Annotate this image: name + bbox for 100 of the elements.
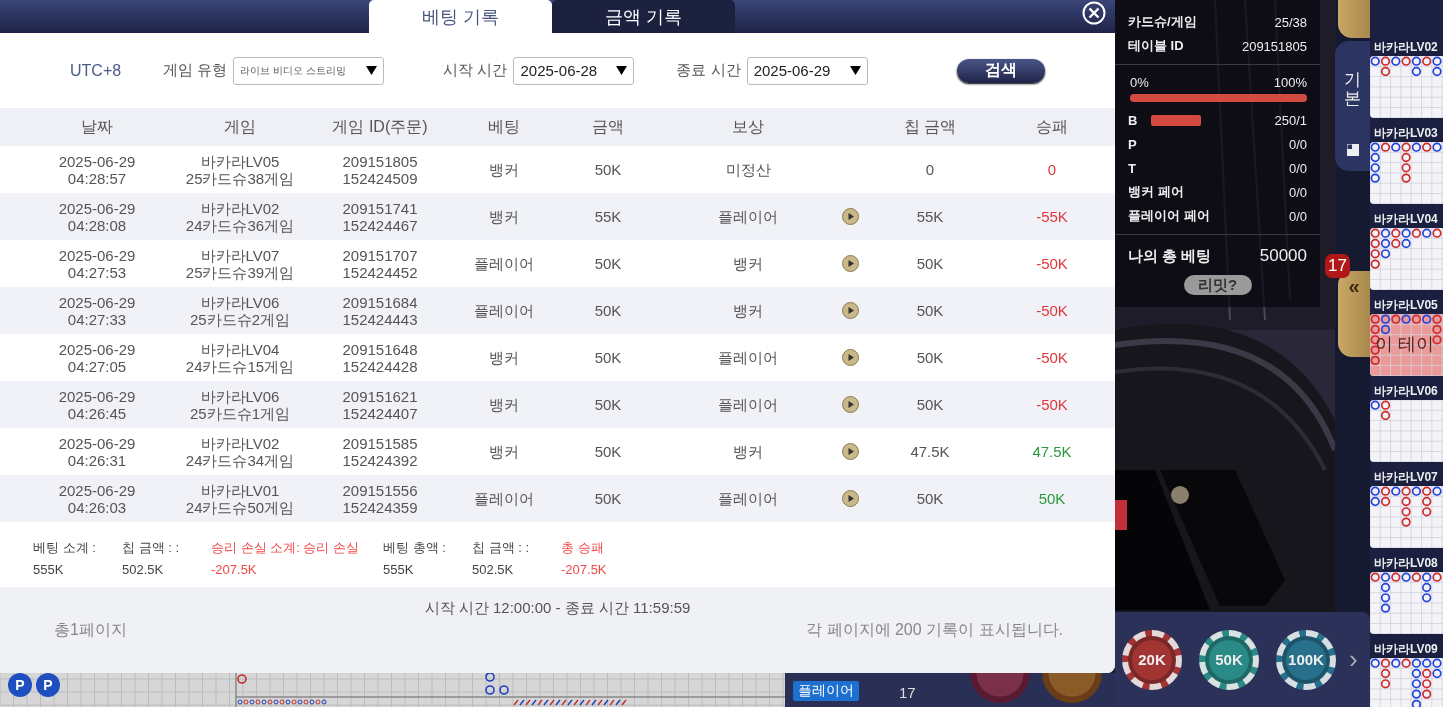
table-cell-text: -50K (1035, 255, 1069, 272)
stat-label: 뱅커 페어 (1128, 183, 1184, 201)
table-cell-text: 바카라LV07 (199, 246, 281, 264)
column-header: 게임 (223, 116, 257, 137)
dropdown[interactable]: 라이브 비디오 스트리밍 (233, 56, 385, 85)
table-cell-text: 04:27:05 (66, 357, 128, 375)
table-cell-text: 2025-06-29 (57, 481, 137, 499)
tab[interactable]: 금액 기록 (552, 0, 735, 33)
field-label: 종료 시간 (676, 61, 741, 80)
stat-value: 25/38 (1274, 14, 1307, 30)
timezone-label: UTC+8 (70, 61, 122, 80)
play-icon[interactable] (841, 349, 859, 366)
stat-label: T (1128, 160, 1136, 176)
stat-label: 테이블 ID (1128, 37, 1184, 55)
summary-label: 총 승패 (561, 539, 605, 557)
table-cell-text: -50K (1035, 349, 1069, 366)
table-cell-text: 플레이어 (473, 302, 535, 319)
grid-icon[interactable] (1346, 144, 1359, 157)
table-cell-text: 152424509 (341, 169, 419, 187)
close-icon[interactable] (1082, 1, 1106, 25)
table-cell-text: 50K (593, 349, 623, 366)
table-title[interactable]: 바카라LV03 (1370, 124, 1443, 142)
table-title[interactable]: 바카라LV07 (1370, 468, 1443, 486)
table-title[interactable]: 바카라LV05 (1370, 296, 1443, 314)
summary-value: 555K (33, 562, 65, 577)
play-icon[interactable] (841, 396, 859, 413)
table-cell-text: 플레이어 (717, 396, 779, 413)
play-icon[interactable] (841, 302, 859, 319)
limit-button[interactable]: 리밋? (1183, 275, 1252, 295)
table-cell-text: 미정산 (724, 161, 772, 178)
column-header: 금액 (591, 116, 625, 137)
table-cell-text: 뱅커 (488, 349, 520, 366)
table-cell-text: 플레이어 (717, 208, 779, 225)
summary-label: 칩 금액 : : (472, 539, 531, 557)
table-title[interactable]: 바카라LV09 (1370, 640, 1443, 658)
stat-label: 나의 총 베팅 (1128, 246, 1212, 266)
closed-notice: 이 테이 (1375, 334, 1434, 354)
collapse-tab[interactable]: « (1338, 271, 1370, 357)
table-cell-text: 152424443 (341, 310, 419, 328)
table-cell-text: 24카드슈34게임 (184, 451, 296, 469)
column-header: 날짜 (80, 116, 114, 137)
table-cell-text: 209151684 (341, 293, 419, 311)
column-header: 칩 금액 (902, 116, 958, 137)
table-cell-text: 50K (1037, 490, 1067, 507)
table-cell-text: 뱅커 (488, 443, 520, 460)
caret-icon (849, 66, 861, 75)
table-cell-text: 209151805 (341, 152, 419, 170)
stat-value: 0/0 (1288, 160, 1307, 176)
player-count: 17 (899, 684, 916, 701)
dropdown[interactable]: 2025-06-28 (513, 56, 635, 85)
search-button[interactable]: 검색 (956, 58, 1045, 83)
play-icon[interactable] (841, 443, 859, 460)
play-icon[interactable] (841, 208, 859, 225)
table-cell-text: 50K (593, 255, 623, 272)
side-tab[interactable]: 기본 (1335, 41, 1370, 171)
summary-value: 502.5K (472, 562, 515, 577)
table-cell-text: 24카드슈15게임 (184, 357, 296, 375)
table-cell-text: 플레이어 (717, 349, 779, 366)
play-icon[interactable] (841, 255, 859, 272)
chip-button[interactable]: 20K (1122, 629, 1182, 690)
chip-button[interactable]: 50K (1199, 629, 1259, 690)
table-cell-text: 209151585 (341, 434, 419, 452)
dropdown[interactable]: 2025-06-29 (746, 56, 868, 85)
table-cell-text: 바카라LV04 (199, 340, 281, 358)
next-button[interactable]: › (1349, 644, 1358, 675)
field-label: 게임 유형 (163, 61, 228, 80)
table-cell-text: 2025-06-29 (57, 340, 137, 358)
table-cell-text: 04:28:57 (66, 169, 128, 187)
table-cell-text: 바카라LV01 (199, 481, 281, 499)
table-cell-text: 2025-06-29 (57, 199, 137, 217)
table-cell-text: 55K (593, 208, 623, 225)
stat-label: 카드슈/게임 (1128, 13, 1197, 31)
table-title[interactable]: 바카라LV06 (1370, 382, 1443, 400)
table-title[interactable]: 바카라LV02 (1370, 38, 1443, 56)
table-cell-text: 25카드슈1게임 (189, 404, 291, 422)
table-cell-text: 2025-06-29 (57, 387, 137, 405)
play-icon[interactable] (841, 490, 859, 507)
table-cell-text: 2025-06-29 (57, 434, 137, 452)
table-cell-text: 24카드슈50게임 (184, 498, 296, 516)
summary-value: 555K (383, 562, 415, 577)
table-cell-text: 152424452 (341, 263, 419, 281)
table-cell-text: 04:27:33 (66, 310, 128, 328)
player-tag: 플레이어 (793, 681, 859, 701)
chip-button[interactable]: 100K (1276, 629, 1336, 690)
table-title[interactable]: 바카라LV04 (1370, 210, 1443, 228)
table-cell-text: 2025-06-29 (57, 152, 137, 170)
table-cell-text: 50K (593, 396, 623, 413)
side-tab[interactable] (1338, 0, 1370, 38)
tab[interactable]: 베팅 기록 (369, 0, 552, 33)
table-cell-text: 바카라LV06 (199, 387, 281, 405)
table-cell-text: 04:26:03 (66, 498, 128, 516)
summary-value: -207.5K (211, 562, 258, 577)
player-mark: P (36, 673, 60, 697)
time-range-text: 시작 시간 12:00:00 - 종료 시간 11:59:59 (424, 599, 691, 618)
stat-label: B (1128, 112, 1138, 128)
table-cell-text: 뱅커 (488, 208, 520, 225)
count-badge: 17 (1325, 254, 1350, 278)
column-header: 승패 (1035, 116, 1069, 137)
page-count-text: 총1페이지 (54, 620, 127, 640)
table-title[interactable]: 바카라LV08 (1370, 554, 1443, 572)
